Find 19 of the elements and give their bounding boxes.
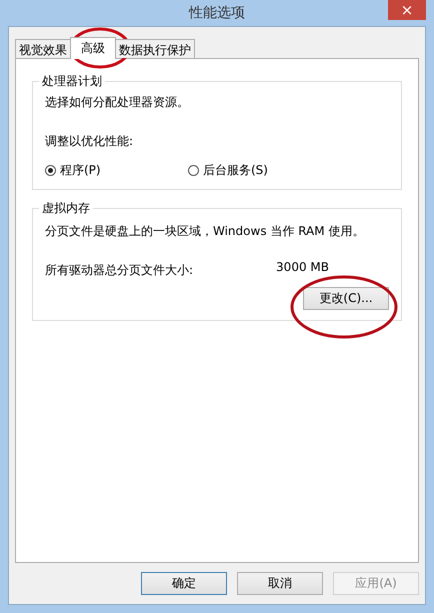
radio-option[interactable]: 后台服务(S) bbox=[188, 162, 331, 179]
radio-option[interactable]: 程序(P) bbox=[45, 162, 188, 179]
group-title: 处理器计划 bbox=[41, 73, 103, 90]
size-label: 所有驱动器总分页文件大小: bbox=[45, 262, 194, 279]
radio-icon[interactable] bbox=[188, 165, 199, 176]
group-title: 虚拟内存 bbox=[41, 200, 91, 217]
window-title: 性能选项 bbox=[189, 4, 245, 22]
dialog-button[interactable]: 确定 bbox=[141, 572, 227, 595]
dialog-button[interactable]: 取消 bbox=[237, 572, 323, 595]
close-button[interactable]: × bbox=[388, 0, 426, 20]
change-button[interactable]: 更改(C)... bbox=[303, 287, 389, 310]
prompt-text: 调整以优化性能: bbox=[45, 133, 134, 150]
radio-icon[interactable] bbox=[45, 165, 56, 176]
tab[interactable]: 高级 bbox=[70, 37, 116, 59]
description-text: 选择如何分配处理器资源。 bbox=[45, 94, 190, 111]
description-text: 分页文件是硬盘上的一块区域，Windows 当作 RAM 使用。 bbox=[45, 223, 366, 240]
tab[interactable]: 数据执行保护 bbox=[115, 39, 195, 58]
tab[interactable]: 视觉效果 bbox=[15, 39, 71, 58]
size-value: 3000 MB bbox=[276, 260, 329, 276]
